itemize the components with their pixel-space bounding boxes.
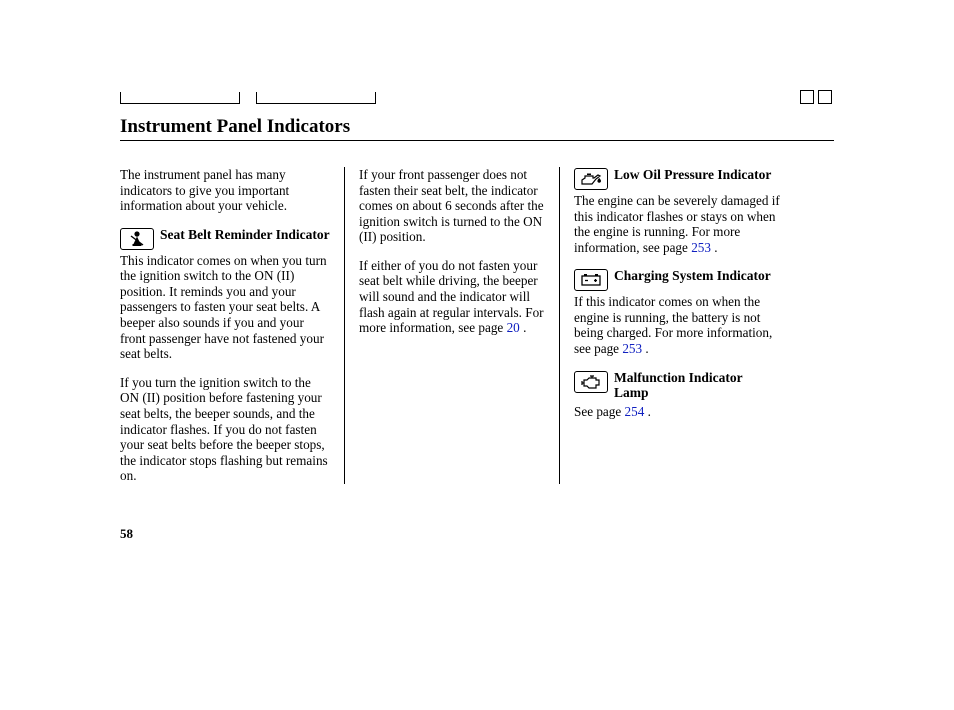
text-fragment: If this indicator comes on when the engi…: [574, 294, 772, 356]
mil-indicator-title: Malfunction Indicator Lamp: [614, 370, 780, 401]
text-fragment: .: [644, 404, 651, 419]
text-fragment: See page: [574, 404, 625, 419]
driving-beeper-paragraph: If either of you do not fasten your seat…: [359, 258, 545, 336]
body-columns: The instrument panel has many indicators…: [120, 167, 834, 484]
battery-icon-svg: [578, 271, 604, 289]
engine-icon-svg: [578, 373, 604, 391]
seatbelt-indicator-title: Seat Belt Reminder Indicator: [160, 227, 330, 243]
mil-indicator-header: Malfunction Indicator Lamp: [574, 370, 780, 401]
seatbelt-indicator-header: Seat Belt Reminder Indicator: [120, 227, 330, 250]
seatbelt-icon: [120, 228, 154, 250]
mil-paragraph: See page 254 .: [574, 404, 780, 420]
charging-paragraph: If this indicator comes on when the engi…: [574, 294, 780, 356]
charging-indicator-header: Charging System Indicator: [574, 268, 780, 291]
seatbelt-icon-svg: [124, 230, 150, 248]
page-number: 58: [120, 526, 133, 542]
seatbelt-paragraph-2: If you turn the ignition switch to the O…: [120, 375, 330, 484]
page-link-253-charging[interactable]: 253: [622, 341, 642, 356]
column-2: If your front passenger does not fasten …: [345, 167, 560, 484]
text-fragment: .: [711, 240, 718, 255]
crop-mark: [256, 92, 376, 104]
low-oil-indicator-header: Low Oil Pressure Indicator: [574, 167, 780, 190]
page-link-253-oil[interactable]: 253: [691, 240, 711, 255]
low-oil-indicator-title: Low Oil Pressure Indicator: [614, 167, 771, 183]
page-link-20[interactable]: 20: [507, 320, 520, 335]
page-link-254[interactable]: 254: [625, 404, 645, 419]
crop-square: [800, 90, 814, 104]
text-fragment: .: [520, 320, 527, 335]
column-1: The instrument panel has many indicators…: [120, 167, 345, 484]
crop-square: [818, 90, 832, 104]
crop-mark: [120, 92, 240, 104]
page-title: Instrument Panel Indicators: [120, 116, 834, 141]
intro-paragraph: The instrument panel has many indicators…: [120, 167, 330, 214]
oil-can-icon: [574, 168, 608, 190]
text-fragment: The engine can be severely damaged if th…: [574, 193, 780, 255]
low-oil-paragraph: The engine can be severely damaged if th…: [574, 193, 780, 255]
oil-can-icon-svg: [578, 170, 604, 188]
battery-icon: [574, 269, 608, 291]
crop-marks: [120, 92, 764, 104]
manual-page: Instrument Panel Indicators The instrume…: [0, 0, 954, 710]
crop-marks-right: [800, 90, 832, 104]
charging-indicator-title: Charging System Indicator: [614, 268, 771, 284]
crop-marks-left: [120, 92, 376, 104]
column-3: Low Oil Pressure Indicator The engine ca…: [560, 167, 780, 484]
passenger-paragraph: If your front passenger does not fasten …: [359, 167, 545, 245]
engine-icon: [574, 371, 608, 393]
text-fragment: .: [642, 341, 649, 356]
seatbelt-paragraph-1: This indicator comes on when you turn th…: [120, 253, 330, 362]
